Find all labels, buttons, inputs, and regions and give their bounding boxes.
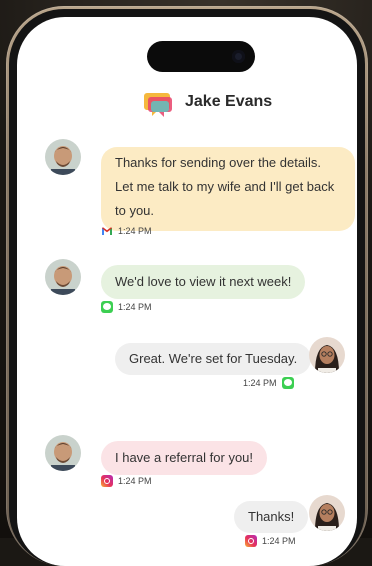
user-avatar[interactable] [309,495,345,531]
conversation-header: Jake Evans [17,83,357,123]
message-time: 1:24 PM [118,476,152,486]
phone-screen: Jake Evans Thanks for sending over the d… [17,17,357,566]
contact-name[interactable]: Jake Evans [185,93,272,111]
message-text-line: to you. [115,203,155,218]
message-meta: 1:24 PM [243,377,294,389]
message-meta: 1:24 PM [101,475,152,487]
message-bubble-received[interactable]: I have a referral for you! [101,441,268,475]
gmail-icon [101,225,113,237]
phone-frame: Jake Evans Thanks for sending over the d… [6,6,368,566]
message-bubble-sent[interactable]: Great. We're set for Tuesday. [115,343,312,375]
message-text-line: Thanks for sending over the details. [115,155,321,170]
message-bubble-received[interactable]: We'd love to view it next week! [101,265,306,299]
front-camera-icon [232,50,245,63]
contact-avatar[interactable] [45,259,81,295]
message-time: 1:24 PM [118,302,152,312]
dynamic-island [147,41,255,72]
message-bubble-sent[interactable]: Thanks! [234,501,309,533]
instagram-icon [245,535,257,547]
message-meta: 1:24 PM [101,225,152,237]
message-meta: 1:24 PM [245,535,296,547]
instagram-icon [101,475,113,487]
contact-avatar[interactable] [45,139,81,175]
messaging-app-logo-icon [144,89,174,119]
message-text-line: Let me talk to my wife and I'll get back [115,179,335,194]
imessage-icon [281,377,294,389]
message-time: 1:24 PM [243,378,277,388]
message-meta: 1:24 PM [101,301,152,313]
user-avatar[interactable] [309,337,345,373]
contact-avatar[interactable] [45,435,81,471]
phone-bezel: Jake Evans Thanks for sending over the d… [9,9,365,566]
message-bubble-received[interactable]: Thanks for sending over the details. Let… [101,147,355,231]
message-time: 1:24 PM [118,226,152,236]
imessage-icon [101,301,113,313]
